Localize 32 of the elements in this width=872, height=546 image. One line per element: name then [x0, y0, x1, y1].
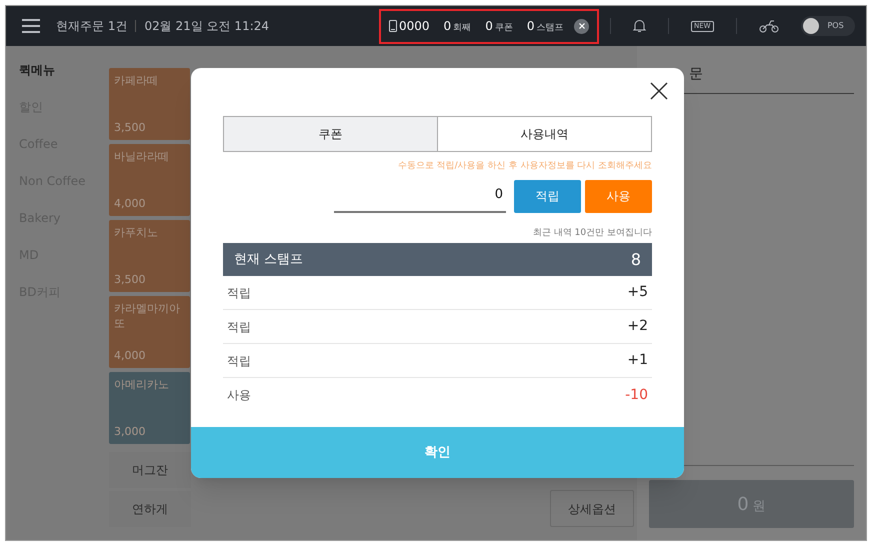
phone-icon — [389, 20, 397, 32]
history-row-text: 사용 -10 — [226, 386, 649, 404]
close-icon[interactable] — [650, 82, 668, 100]
pos-toggle[interactable]: POS — [800, 16, 855, 36]
menu-icon[interactable] — [22, 19, 40, 33]
detail-options-button[interactable]: 상세옵션 — [550, 490, 634, 527]
bell-icon[interactable] — [633, 19, 646, 33]
close-icon[interactable] — [574, 18, 589, 34]
menu-tile[interactable]: 카페라떼 3,500 — [109, 68, 190, 140]
tab[interactable]: 쿠폰 — [224, 117, 437, 151]
menu-tile[interactable]: 카라멜마끼아또 4,000 — [109, 296, 190, 368]
current-stamp-bar: 현재 스탬프 8 — [223, 243, 652, 276]
member-counter: 0 스탬프 — [526, 18, 564, 35]
menu-tile[interactable]: 바닐라라떼 4,000 — [109, 144, 190, 216]
member-phone: 0000 — [399, 18, 430, 35]
history-note: 최근 내역 10건만 보여집니다 — [532, 226, 652, 240]
menu-tile[interactable]: 아메리카노 3,000 — [109, 372, 190, 444]
order-count: 현재주문 1건 — [56, 18, 128, 35]
confirm-button[interactable]: 확인 — [191, 427, 684, 478]
menu-tile[interactable]: 카푸치노 3,500 — [109, 220, 190, 292]
history-row: 적립 +1 — [223, 344, 652, 378]
member-counter: 0 쿠폰 — [485, 18, 513, 35]
member-counter: 0 회째 — [444, 18, 472, 35]
date-time: 02월 21일 오전 11:24 — [144, 18, 270, 35]
stamp-count-field[interactable]: 0 — [334, 180, 506, 212]
earn-button[interactable]: 적립 — [514, 180, 581, 212]
use-button[interactable]: 사용 — [585, 180, 652, 212]
history-row: 적립 +5 — [223, 276, 652, 310]
notice-text: 수동으로 적립/사용을 하신 후 사용자정보를 다시 조회해주세요 — [396, 160, 652, 173]
order-title: 문 — [689, 65, 703, 84]
category-item[interactable]: 퀵메뉴 — [19, 61, 106, 79]
history-row: 적립 +2 — [223, 310, 652, 344]
